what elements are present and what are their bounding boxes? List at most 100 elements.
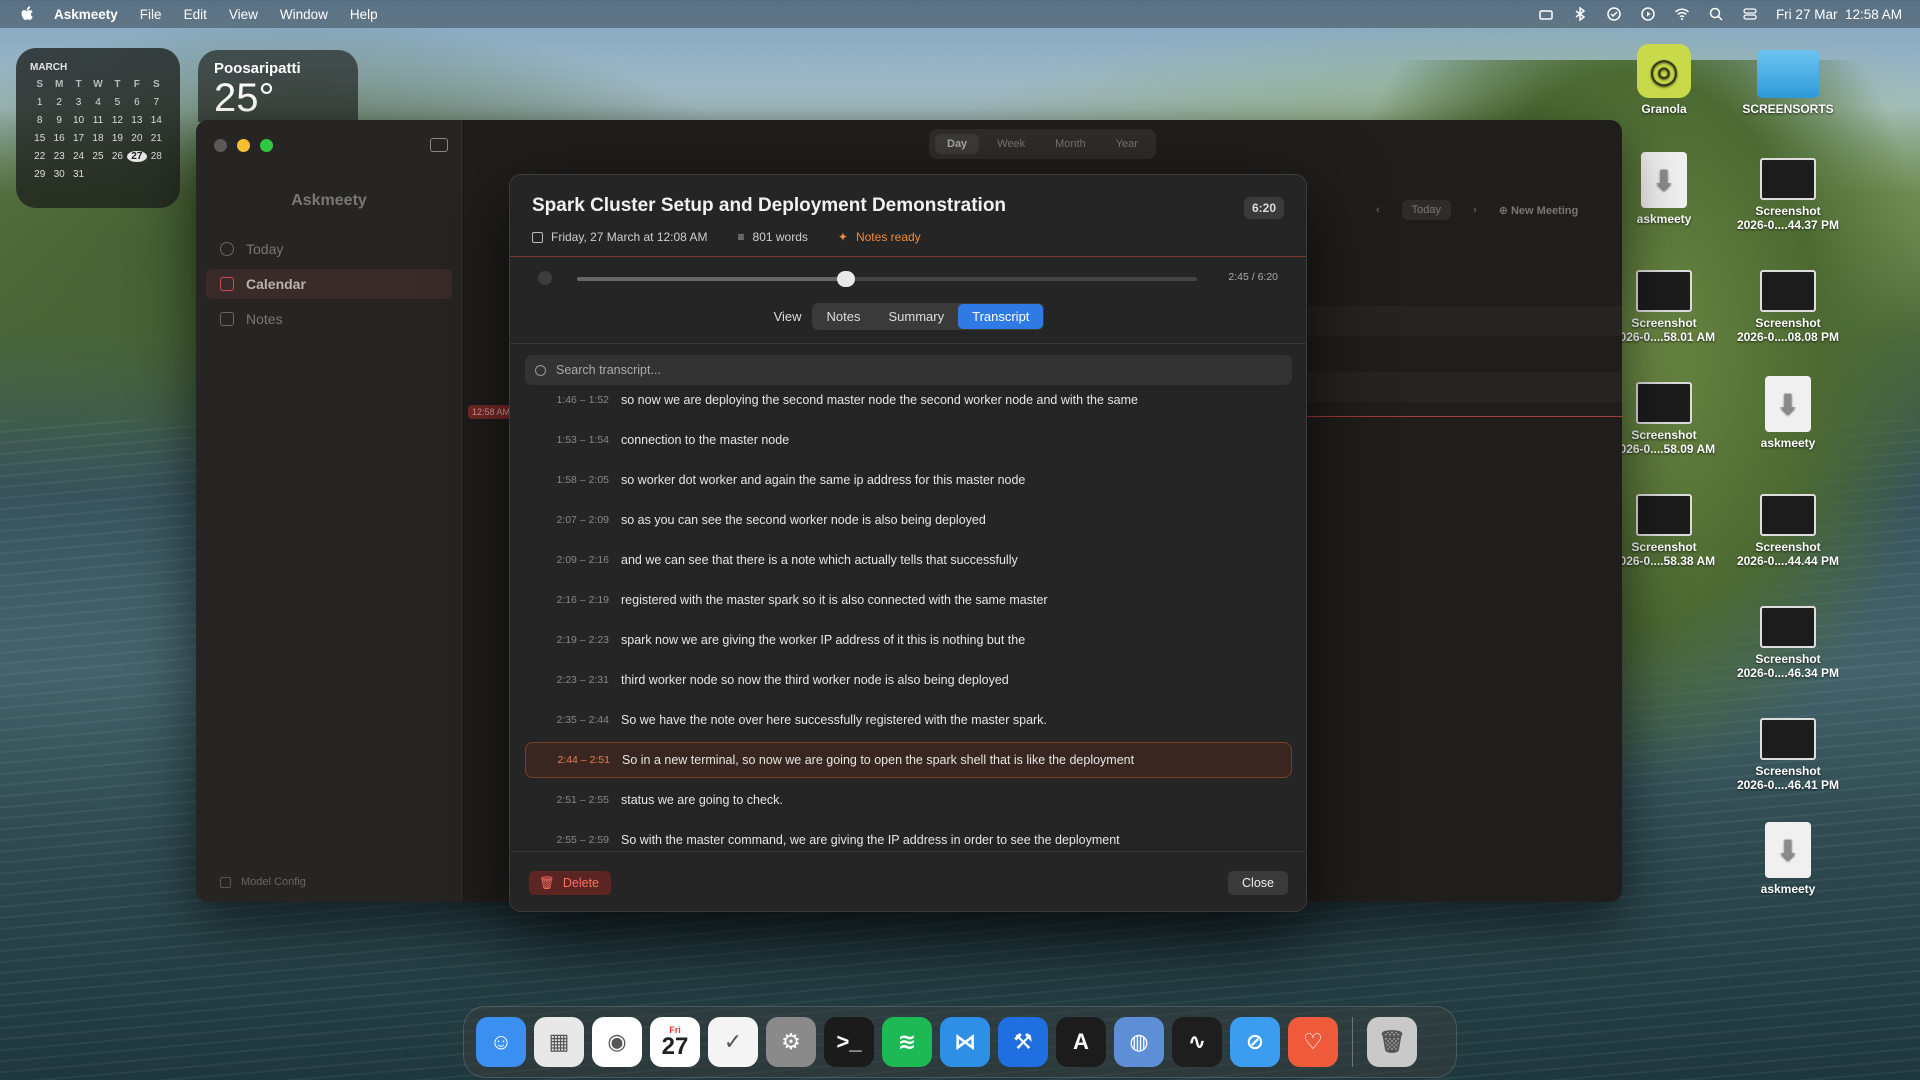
play-circle-icon[interactable]: [1640, 6, 1656, 22]
tab-transcript[interactable]: Transcript: [958, 304, 1044, 329]
bluetooth-icon[interactable]: [1572, 6, 1588, 22]
calendar-day[interactable]: 26: [108, 151, 127, 162]
dock-system-settings-icon[interactable]: ⚙: [766, 1017, 816, 1067]
desktop-icon-download[interactable]: ⬇ askmeety: [1723, 376, 1853, 450]
calendar-day[interactable]: 4: [88, 97, 107, 108]
chevron-left-icon[interactable]: ‹: [1376, 204, 1380, 216]
calendar-day[interactable]: 29: [30, 169, 49, 180]
dock-trash-icon[interactable]: 🗑: [1367, 1017, 1417, 1067]
weather-widget[interactable]: Poosaripatti 25°: [198, 50, 358, 122]
spotlight-search-icon[interactable]: [1708, 6, 1724, 22]
tab-summary[interactable]: Summary: [874, 304, 958, 329]
tab-notes[interactable]: Notes: [813, 304, 875, 329]
calendar-widget[interactable]: MARCH S M T W T F S 1 2 3 4 5 6 7 8 9 10 11 12 13 14 15 16 17 18…: [16, 48, 180, 208]
menu-view[interactable]: View: [229, 7, 258, 22]
playback-scrubber[interactable]: [577, 271, 1197, 287]
dock-instruments-icon[interactable]: A: [1056, 1017, 1106, 1067]
playback-knob[interactable]: [837, 271, 856, 287]
apple-menu-icon[interactable]: [20, 6, 36, 22]
transcript-row[interactable]: 2:55 – 2:59 So with the master command, w…: [525, 822, 1292, 850]
desktop-icon-shot[interactable]: Screenshot 2026-0....46.41 PM: [1723, 712, 1853, 792]
desktop-icon-download[interactable]: ⬇ askmeety: [1723, 822, 1853, 896]
sidebar-item-today[interactable]: Today: [206, 234, 452, 264]
transcript-search-input[interactable]: [556, 363, 1256, 377]
close-button[interactable]: Close: [1228, 871, 1288, 895]
delete-button[interactable]: 🗑 Delete: [529, 871, 612, 895]
sidebar-item-notes[interactable]: Notes: [206, 304, 452, 334]
calendar-day[interactable]: 14: [147, 115, 166, 126]
transcript-row[interactable]: 2:09 – 2:16 and we can see that there is …: [525, 542, 1292, 578]
dock-calendar-icon[interactable]: Fri 27: [650, 1017, 700, 1067]
desktop-icon-shot[interactable]: Screenshot 2026-0....46.34 PM: [1723, 600, 1853, 680]
desktop-icon-folder[interactable]: SCREENSORTS: [1723, 44, 1853, 116]
transcript-row[interactable]: 2:23 – 2:31 third worker node so now the …: [525, 662, 1292, 698]
calendar-day[interactable]: 7: [147, 97, 166, 108]
sidebar-item-calendar[interactable]: Calendar: [206, 269, 452, 299]
desktop-icon-app[interactable]: ◎ Granola: [1599, 44, 1729, 116]
calendar-day[interactable]: 8: [30, 115, 49, 126]
lock-printer-icon[interactable]: [1538, 6, 1554, 22]
new-meeting-button[interactable]: ⊕ New Meeting: [1499, 204, 1579, 217]
transcript-row[interactable]: 1:53 – 1:54 connection to the master node: [525, 422, 1292, 458]
dock-xcode-icon[interactable]: ⚒: [998, 1017, 1048, 1067]
menu-window[interactable]: Window: [280, 7, 328, 22]
dock-spotify-icon[interactable]: ≋: [882, 1017, 932, 1067]
desktop-icon-shot[interactable]: Screenshot 2026-0....44.37 PM: [1723, 152, 1853, 232]
calendar-day[interactable]: 3: [69, 97, 88, 108]
calendar-day[interactable]: 23: [49, 151, 68, 162]
calendar-day[interactable]: 22: [30, 151, 49, 162]
calendar-day[interactable]: 10: [69, 115, 88, 126]
calendar-day[interactable]: 6: [127, 97, 146, 108]
calendar-day[interactable]: 28: [147, 151, 166, 162]
calendar-day[interactable]: 16: [49, 133, 68, 144]
window-zoom-button[interactable]: [260, 139, 273, 152]
calendar-day[interactable]: 12: [108, 115, 127, 126]
view-month-button[interactable]: Month: [1043, 134, 1098, 154]
dock-terminal-icon[interactable]: >_: [824, 1017, 874, 1067]
transcript-row[interactable]: 2:35 – 2:44 So we have the note over here…: [525, 702, 1292, 738]
control-center-icon[interactable]: [1742, 6, 1758, 22]
calendar-day[interactable]: 19: [108, 133, 127, 144]
check-circle-icon[interactable]: [1606, 6, 1622, 22]
calendar-day[interactable]: 1: [30, 97, 49, 108]
dock-finder-icon[interactable]: ☺: [476, 1017, 526, 1067]
model-config-button[interactable]: Model Config: [220, 876, 306, 888]
desktop-icon-shot[interactable]: Screenshot 2026-0....08.08 PM: [1723, 264, 1853, 344]
menu-edit[interactable]: Edit: [184, 7, 207, 22]
transcript-row[interactable]: 2:07 – 2:09 so as you can see the second …: [525, 502, 1292, 538]
window-minimize-button[interactable]: [237, 139, 250, 152]
dock-askmeety-icon[interactable]: ♡: [1288, 1017, 1338, 1067]
view-year-button[interactable]: Year: [1104, 134, 1150, 154]
view-day-button[interactable]: Day: [935, 134, 980, 154]
transcript-row[interactable]: 1:46 – 1:52 so now we are deploying the s…: [525, 394, 1292, 418]
chevron-right-icon[interactable]: ›: [1473, 204, 1477, 216]
dock-activity-monitor-icon[interactable]: ∿: [1172, 1017, 1222, 1067]
calendar-day[interactable]: 25: [88, 151, 107, 162]
dock-launchpad-icon[interactable]: ▦: [534, 1017, 584, 1067]
calendar-day[interactable]: 13: [127, 115, 146, 126]
sidebar-toggle-icon[interactable]: [430, 138, 448, 152]
calendar-day[interactable]: 5: [108, 97, 127, 108]
pause-button[interactable]: [538, 271, 552, 285]
desktop-icon-shot[interactable]: Screenshot 2026-0....44.44 PM: [1723, 488, 1853, 568]
dock-disk-utility-icon[interactable]: ◍: [1114, 1017, 1164, 1067]
calendar-day[interactable]: 9: [49, 115, 68, 126]
calendar-day[interactable]: 15: [30, 133, 49, 144]
dock-safari-icon[interactable]: ⊘: [1230, 1017, 1280, 1067]
calendar-day[interactable]: 21: [147, 133, 166, 144]
calendar-day[interactable]: 11: [88, 115, 107, 126]
today-button[interactable]: Today: [1401, 200, 1452, 220]
transcript-row-active[interactable]: 2:44 – 2:51 So in a new terminal, so now …: [525, 742, 1292, 778]
calendar-day[interactable]: 20: [127, 133, 146, 144]
wifi-icon[interactable]: [1674, 6, 1690, 22]
menu-help[interactable]: Help: [350, 7, 378, 22]
window-close-button[interactable]: [214, 139, 227, 152]
calendar-day[interactable]: 2: [49, 97, 68, 108]
transcript-row[interactable]: 2:51 – 2:55 status we are going to check.: [525, 782, 1292, 818]
menu-file[interactable]: File: [140, 7, 162, 22]
calendar-day[interactable]: 30: [49, 169, 68, 180]
transcript-row[interactable]: 1:58 – 2:05 so worker dot worker and agai…: [525, 462, 1292, 498]
calendar-day[interactable]: 24: [69, 151, 88, 162]
transcript-row[interactable]: 2:16 – 2:19 registered with the master sp…: [525, 582, 1292, 618]
calendar-today[interactable]: 27: [127, 151, 147, 162]
